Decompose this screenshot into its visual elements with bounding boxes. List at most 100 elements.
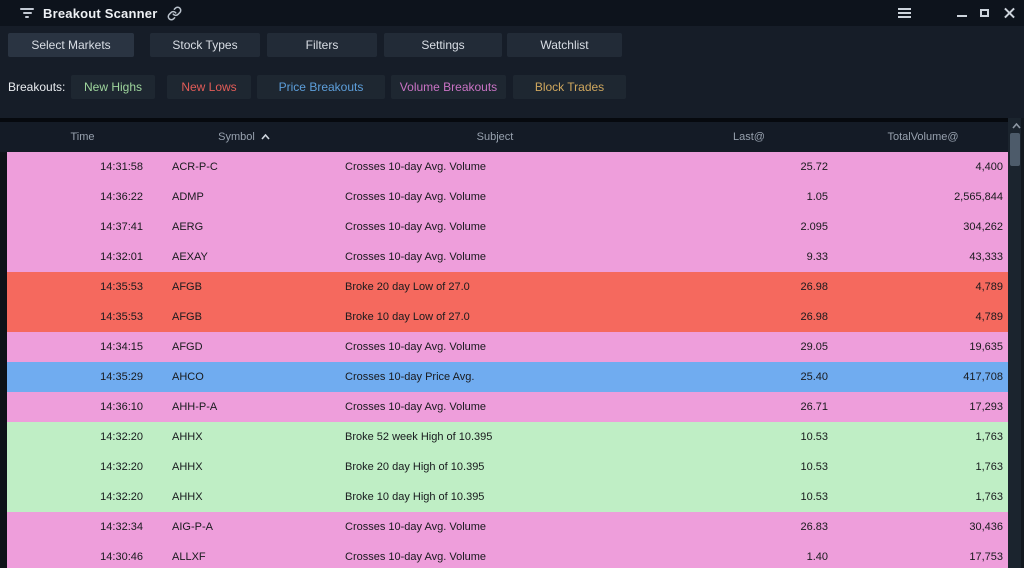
cell-subject: Broke 20 day High of 10.395: [345, 461, 485, 473]
table-row[interactable]: 14:32:34 AIG-P-A Crosses 10-day Avg. Volum…: [7, 512, 1008, 542]
table-row[interactable]: 14:37:41 AERG Crosses 10-day Avg. Volume 2.…: [7, 212, 1008, 242]
table-row[interactable]: 14:30:46 ALLXF Crosses 10-day Avg. Volume 1…: [7, 542, 1008, 568]
cell-volume: 304,262: [963, 221, 1003, 233]
cell-subject: Crosses 10-day Avg. Volume: [345, 341, 487, 353]
breakouts-label: Breakouts:: [8, 80, 66, 94]
table-header: Time Symbol Subject Last@ TotalVolume@: [0, 122, 1008, 152]
cell-symbol: AEXAY: [172, 251, 208, 263]
titlebar: Breakout Scanner: [0, 0, 1024, 26]
cell-symbol: AFGB: [172, 311, 202, 323]
cell-subject: Crosses 10-day Avg. Volume: [345, 401, 487, 413]
price-breakouts-button[interactable]: Price Breakouts: [257, 75, 385, 99]
cell-volume: 4,789: [975, 281, 1003, 293]
cell-time: 14:35:53: [100, 281, 143, 293]
filters-button[interactable]: Filters: [267, 33, 377, 57]
cell-symbol: ALLXF: [172, 551, 206, 563]
cell-symbol: AHCO: [172, 371, 204, 383]
table-row[interactable]: 14:32:20 AHHX Broke 10 day High of 10.395 1…: [7, 482, 1008, 512]
minimize-icon[interactable]: [951, 0, 973, 26]
menu-icon[interactable]: [893, 0, 915, 26]
table-row[interactable]: 14:35:53 AFGB Broke 10 day Low of 27.0 26.9…: [7, 302, 1008, 332]
stock-types-button[interactable]: Stock Types: [150, 33, 260, 57]
table-row[interactable]: 14:36:22 ADMP Crosses 10-day Avg. Volume 1.…: [7, 182, 1008, 212]
toolbar: Select Markets Stock Types Filters Setti…: [8, 33, 622, 57]
cell-time: 14:31:58: [100, 161, 143, 173]
link-icon[interactable]: [167, 6, 182, 21]
cell-time: 14:35:29: [100, 371, 143, 383]
table-row[interactable]: 14:34:15 AFGD Crosses 10-day Avg. Volume 29…: [7, 332, 1008, 362]
table-row[interactable]: 14:35:29 AHCO Crosses 10-day Price Avg. 25.…: [7, 362, 1008, 392]
cell-last: 26.83: [800, 521, 828, 533]
cell-symbol: AIG-P-A: [172, 521, 213, 533]
cell-last: 26.71: [800, 401, 828, 413]
table-row[interactable]: 14:31:58 ACR-P-C Crosses 10-day Avg. Volum…: [7, 152, 1008, 182]
cell-time: 14:32:20: [100, 461, 143, 473]
volume-breakouts-button[interactable]: Volume Breakouts: [391, 75, 506, 99]
new-highs-button[interactable]: New Highs: [71, 75, 155, 99]
sort-asc-icon: [261, 134, 270, 140]
cell-volume: 17,293: [969, 401, 1003, 413]
cell-volume: 4,400: [975, 161, 1003, 173]
cell-volume: 30,436: [969, 521, 1003, 533]
table-row[interactable]: 14:32:01 AEXAY Crosses 10-day Avg. Volume 9…: [7, 242, 1008, 272]
filter-funnel-icon: [20, 8, 34, 18]
watchlist-button[interactable]: Watchlist: [507, 33, 622, 57]
table-row[interactable]: 14:35:53 AFGB Broke 20 day Low of 27.0 26.9…: [7, 272, 1008, 302]
block-trades-button[interactable]: Block Trades: [513, 75, 626, 99]
breakouts-table: Time Symbol Subject Last@ TotalVolume@ 1…: [0, 118, 1024, 568]
scrollbar-thumb[interactable]: [1010, 133, 1020, 166]
cell-symbol: ACR-P-C: [172, 161, 218, 173]
cell-time: 14:37:41: [100, 221, 143, 233]
cell-volume: 17,753: [969, 551, 1003, 563]
app-title: Breakout Scanner: [43, 5, 158, 21]
cell-time: 14:32:20: [100, 431, 143, 443]
cell-time: 14:32:01: [100, 251, 143, 263]
new-lows-button[interactable]: New Lows: [167, 75, 251, 99]
select-markets-button[interactable]: Select Markets: [8, 33, 134, 57]
cell-time: 14:30:46: [100, 551, 143, 563]
cell-last: 10.53: [800, 491, 828, 503]
cell-last: 29.05: [800, 341, 828, 353]
cell-last: 25.72: [800, 161, 828, 173]
cell-symbol: AFGB: [172, 281, 202, 293]
cell-symbol: AHH-P-A: [172, 401, 218, 413]
cell-volume: 43,333: [969, 251, 1003, 263]
window-controls: [893, 0, 1024, 26]
cell-volume: 2,565,844: [954, 191, 1003, 203]
cell-last: 25.40: [800, 371, 828, 383]
cell-symbol: AHHX: [172, 431, 203, 443]
cell-time: 14:34:15: [100, 341, 143, 353]
cell-last: 26.98: [800, 281, 828, 293]
cell-volume: 1,763: [975, 461, 1003, 473]
scroll-up-icon[interactable]: [1008, 120, 1024, 132]
settings-button[interactable]: Settings: [384, 33, 502, 57]
cell-symbol: AHHX: [172, 461, 203, 473]
cell-symbol: AFGD: [172, 341, 203, 353]
cell-symbol: AERG: [172, 221, 204, 233]
cell-time: 14:35:53: [100, 311, 143, 323]
table-row[interactable]: 14:32:20 AHHX Broke 52 week High of 10.395…: [7, 422, 1008, 452]
column-header-subject[interactable]: Subject: [330, 131, 660, 143]
column-header-time[interactable]: Time: [7, 131, 158, 143]
column-header-last[interactable]: Last@: [660, 131, 838, 143]
table-rows: 14:31:58 ACR-P-C Crosses 10-day Avg. Volum…: [7, 152, 1008, 568]
maximize-icon[interactable]: [973, 0, 995, 26]
cell-time: 14:32:20: [100, 491, 143, 503]
cell-volume: 19,635: [969, 341, 1003, 353]
vertical-scrollbar[interactable]: [1008, 118, 1024, 568]
cell-last: 9.33: [806, 251, 828, 263]
cell-last: 10.53: [800, 431, 828, 443]
close-icon[interactable]: [998, 0, 1020, 26]
cell-subject: Broke 10 day High of 10.395: [345, 491, 485, 503]
cell-subject: Broke 52 week High of 10.395: [345, 431, 493, 443]
table-row[interactable]: 14:32:20 AHHX Broke 20 day High of 10.395 1…: [7, 452, 1008, 482]
table-row[interactable]: 14:36:10 AHH-P-A Crosses 10-day Avg. Volum…: [7, 392, 1008, 422]
column-header-symbol[interactable]: Symbol: [158, 131, 330, 143]
cell-subject: Crosses 10-day Avg. Volume: [345, 251, 487, 263]
cell-subject: Crosses 10-day Avg. Volume: [345, 191, 487, 203]
cell-symbol: ADMP: [172, 191, 204, 203]
cell-subject: Crosses 10-day Avg. Volume: [345, 221, 487, 233]
cell-volume: 1,763: [975, 431, 1003, 443]
cell-last: 26.98: [800, 311, 828, 323]
column-header-totalvolume[interactable]: TotalVolume@: [838, 131, 1008, 143]
